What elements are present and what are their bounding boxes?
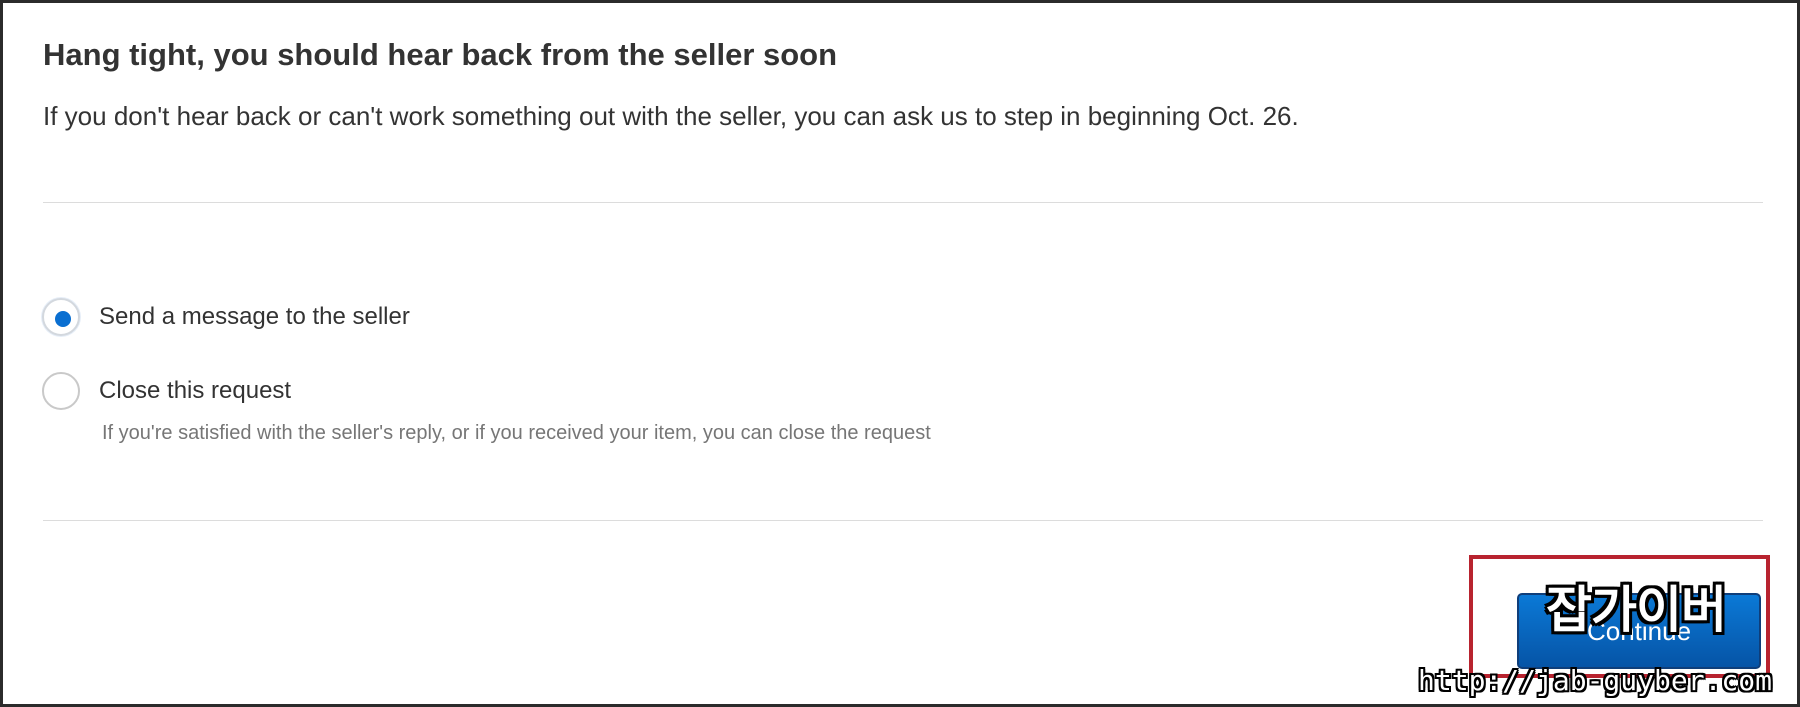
radio-unselected-icon[interactable] (42, 372, 80, 410)
page-title: Hang tight, you should hear back from th… (43, 37, 838, 72)
divider (43, 202, 1763, 203)
dialog-panel: Hang tight, you should hear back from th… (0, 0, 1800, 707)
radio-dot-icon (55, 311, 71, 327)
radio-label-close-request[interactable]: Close this request (99, 377, 291, 405)
radio-selected-icon[interactable] (42, 298, 80, 336)
close-request-help-text: If you're satisfied with the seller's re… (102, 422, 931, 444)
divider (43, 520, 1763, 521)
radio-label-send-message[interactable]: Send a message to the seller (99, 303, 410, 331)
page-description: If you don't hear back or can't work som… (43, 101, 1299, 131)
continue-button[interactable]: Continue (1517, 593, 1761, 669)
